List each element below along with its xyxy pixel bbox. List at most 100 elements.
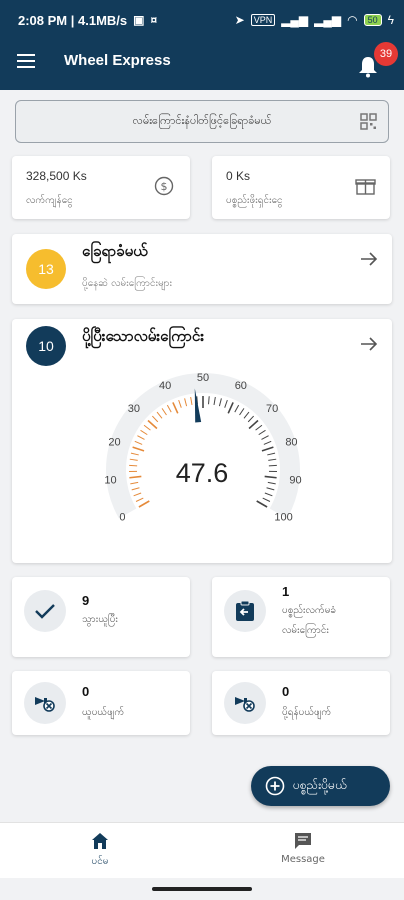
speed-gauge: 0 10 20 30 40 50 60 70 80 90 100: [104, 372, 301, 524]
system-nav: [0, 878, 404, 900]
nav-home-label: ပင်မ: [91, 856, 109, 867]
gauge-tick: [261, 446, 274, 452]
gauge-tick: [156, 411, 163, 419]
gauge-tick: [234, 404, 240, 413]
gauge-tick: [137, 435, 145, 440]
home-icon: [92, 833, 108, 849]
gauge-tick: [267, 452, 276, 456]
app-title: Wheel Express: [64, 52, 171, 69]
notification-mini-icon: ▣: [133, 13, 145, 27]
home-indicator[interactable]: [152, 887, 252, 891]
charging-icon: ϟ: [387, 13, 394, 27]
plus-circle-icon: [265, 776, 285, 796]
delivered-label: သွားယူပြီး: [82, 614, 118, 625]
gauge-tick: [151, 415, 159, 423]
tracking-subtitle: ပို့နေဆဲ လမ်းကြောင်းများ: [82, 278, 173, 289]
deposit-label: ပစ္စည်းဖိုးရှင်းငွေ: [226, 195, 283, 206]
gauge-value: 47.6: [175, 458, 229, 488]
sim-mini-icon: ¤: [150, 13, 158, 27]
pickup-cancel-count: 0: [82, 684, 90, 699]
signal-icon: ▂▄▆: [281, 13, 309, 27]
gauge-tick: [263, 440, 272, 445]
delivered-count: 9: [82, 593, 90, 608]
gauge-tick: [218, 398, 222, 407]
notification-badge: 39: [374, 42, 398, 66]
gauge-tick: [227, 402, 234, 414]
app-bar: Wheel Express 39: [0, 40, 404, 90]
arrow-right-icon[interactable]: [360, 252, 378, 266]
gauge-tick: [256, 500, 268, 508]
nav-message[interactable]: Message: [243, 831, 363, 865]
gauge-tick: [129, 458, 138, 461]
gauge-tick: [161, 408, 167, 416]
balance-card[interactable]: 328,500 Ks လက်ကျန်ငွေ $: [12, 156, 190, 219]
balance-label: လက်ကျန်ငွေ: [26, 195, 73, 206]
gauge-tick: [135, 497, 144, 502]
status-bar: 2:08 PM | 4.1MB/s ▣ ¤ ➤ VPN ▂▄▆ ▂▄▆ ◠ 50…: [0, 0, 404, 40]
gauge-tick: [130, 452, 139, 456]
gauge-tick: [268, 458, 277, 461]
gauge-tick: [129, 464, 138, 467]
gauge-tick: [178, 399, 182, 408]
gauge-tick: [255, 424, 263, 431]
gauge-tick: [262, 497, 271, 502]
gauge-tick-label: 90: [289, 475, 301, 487]
tracking-card[interactable]: 13 ခြေရာခံမယ် ပို့နေဆဲ လမ်းကြောင်းများ: [12, 234, 392, 304]
nav-message-label: Message: [281, 854, 325, 865]
pickup-cancel-card[interactable]: 0 ယူပယ်ဖျက်: [12, 671, 190, 735]
tracking-title: ခြေရာခံမယ်: [82, 242, 148, 260]
return-label-line1: ပစ္စည်းလက်မခံ: [282, 605, 337, 616]
gauge-tick: [129, 475, 142, 479]
qr-scan-icon[interactable]: [360, 113, 377, 130]
status-right: ➤ VPN ▂▄▆ ▂▄▆ ◠ 50 ϟ: [235, 13, 394, 27]
tracking-count-badge: 13: [26, 249, 66, 289]
menu-icon[interactable]: [17, 54, 35, 68]
gauge-tick: [184, 398, 188, 407]
location-icon: ➤: [234, 13, 245, 27]
gauge-tick: [258, 429, 266, 436]
completed-count-badge: 10: [26, 326, 66, 366]
delivered-card[interactable]: 9 သွားယူပြီး: [12, 577, 190, 657]
gauge-tick-label: 100: [274, 512, 292, 524]
delivery-cancel-card[interactable]: 0 ပို့ရန်ပယ်ဖျက်: [212, 671, 390, 735]
return-count: 1: [282, 584, 290, 599]
gauge-tick: [147, 419, 158, 430]
gauge-tick: [243, 411, 250, 419]
gauge-tick: [264, 475, 277, 479]
gauge-tick-label: 50: [197, 372, 209, 384]
gauge-tick: [266, 487, 275, 491]
gauge-tick-label: 0: [119, 512, 125, 524]
gauge-tick: [190, 396, 193, 406]
return-card[interactable]: 1 ပစ္စည်းလက်မခံ လမ်းကြောင်း: [212, 577, 390, 657]
status-time: 2:08 PM | 4.1MB/s: [18, 12, 128, 28]
cancel-truck-icon: [24, 682, 66, 724]
arrow-right-icon[interactable]: [360, 337, 378, 351]
gauge-tick: [172, 402, 179, 414]
gauge-tick: [267, 481, 276, 485]
gauge-tick-label: 80: [285, 436, 297, 448]
tracking-search-input[interactable]: လမ်းကြောင်းနံပါတ်ဖြင့်ခြေရာခံမယ်: [15, 100, 389, 143]
message-icon: [295, 833, 311, 849]
gauge-tick-label: 20: [108, 436, 120, 448]
bottom-nav: ပင်မ Message: [0, 822, 404, 878]
gauge-tick: [166, 404, 172, 413]
gauge-tick: [224, 399, 228, 408]
status-left: 2:08 PM | 4.1MB/s ▣ ¤: [18, 13, 157, 28]
gauge-tick-label: 60: [235, 380, 247, 392]
vpn-badge: VPN: [250, 14, 276, 26]
gauge-tick: [213, 396, 216, 406]
send-package-button[interactable]: ပစ္စည်းပို့မယ်: [251, 766, 390, 806]
gauge-tick: [264, 492, 273, 497]
svg-text:$: $: [161, 180, 168, 193]
battery-icon: 50: [363, 14, 382, 26]
gauge-tick: [247, 415, 255, 423]
gauge-tick: [134, 440, 143, 445]
gauge-tick: [261, 435, 269, 440]
deposit-card[interactable]: 0 Ks ပစ္စည်းဖိုးရှင်းငွေ: [212, 156, 390, 219]
signal2-icon: ▂▄▆: [314, 13, 342, 27]
dollar-icon: $: [154, 176, 174, 196]
nav-home[interactable]: ပင်မ: [40, 831, 160, 869]
return-box-icon: [224, 590, 266, 632]
send-package-label: ပစ္စည်းပို့မယ်: [293, 778, 347, 792]
balance-value: 328,500 Ks: [26, 169, 87, 183]
